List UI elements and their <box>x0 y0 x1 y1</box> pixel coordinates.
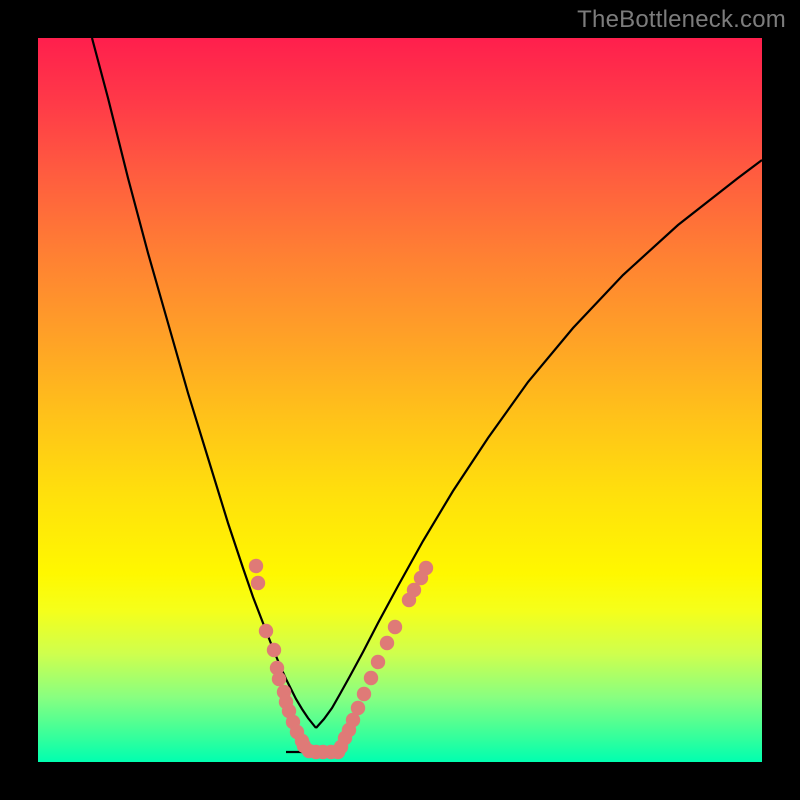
data-point <box>419 561 433 575</box>
data-point <box>351 701 365 715</box>
plot-svg <box>38 38 762 762</box>
data-point <box>259 624 273 638</box>
curve-left-branch <box>92 38 316 728</box>
data-point <box>364 671 378 685</box>
data-point <box>251 576 265 590</box>
data-point <box>388 620 402 634</box>
data-point <box>249 559 263 573</box>
data-point <box>380 636 394 650</box>
gradient-plot-area <box>38 38 762 762</box>
data-point <box>272 672 286 686</box>
data-point <box>407 583 421 597</box>
data-point <box>357 687 371 701</box>
data-point <box>371 655 385 669</box>
watermark-text: TheBottleneck.com <box>577 6 786 34</box>
data-point <box>267 643 281 657</box>
